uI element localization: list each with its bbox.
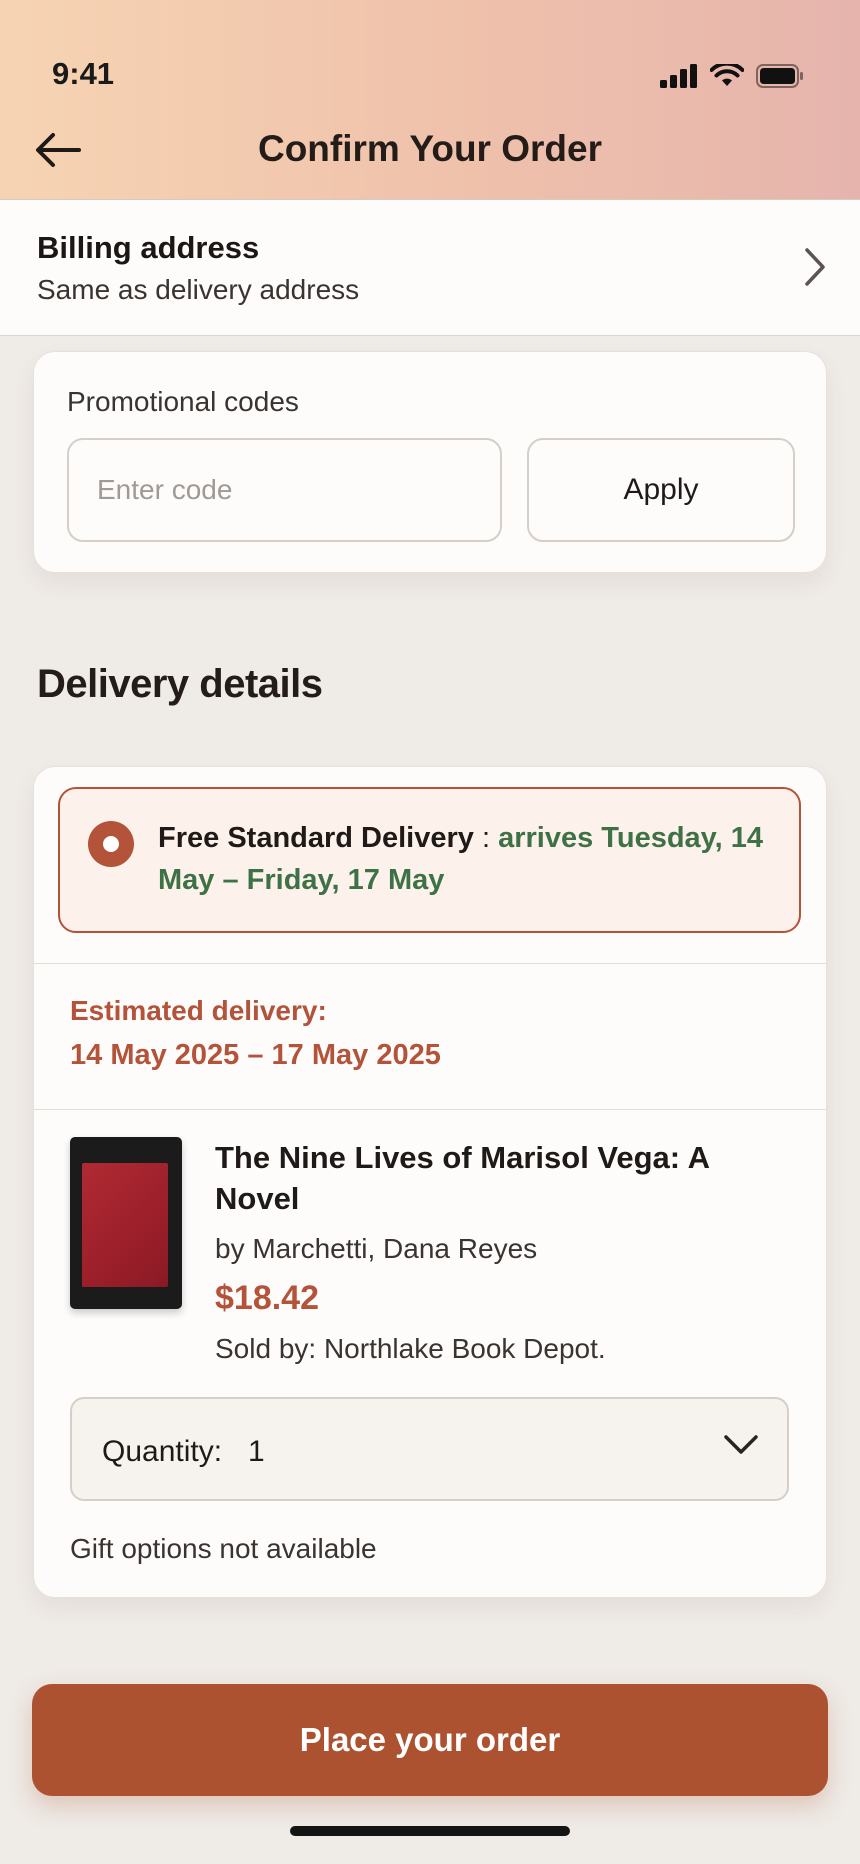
header: 9:41 Confirm Your Order xyxy=(0,0,860,200)
delivery-option-standard[interactable]: Free Standard Delivery : arrives Tuesday… xyxy=(58,787,801,933)
chevron-down-icon xyxy=(724,1435,758,1454)
wifi-icon xyxy=(710,64,744,86)
quantity-label: Quantity: xyxy=(102,1435,223,1468)
delivery-option-separator: : xyxy=(473,822,499,854)
billing-address-row[interactable]: Billing address Same as delivery address xyxy=(0,200,860,336)
quantity-value: 1 xyxy=(248,1435,265,1468)
promo-card: Promotional codes Apply xyxy=(33,351,827,573)
item-title: The Nine Lives of Marisol Vega: A Novel xyxy=(215,1140,709,1216)
delivery-section-title: Delivery details xyxy=(37,662,323,706)
item-seller: Sold by: Northlake Book Depot. xyxy=(215,1333,606,1364)
estimated-delivery-label: Estimated delivery: xyxy=(70,995,327,1026)
divider xyxy=(34,963,826,964)
delivery-card: Free Standard Delivery : arrives Tuesday… xyxy=(33,766,827,1598)
apply-button[interactable]: Apply xyxy=(527,438,795,542)
billing-subtitle: Same as delivery address xyxy=(37,274,360,305)
chevron-right-icon xyxy=(805,248,825,286)
gift-options-note: Gift options not available xyxy=(70,1533,377,1564)
home-indicator xyxy=(290,1826,570,1836)
billing-title: Billing address xyxy=(37,230,260,265)
book-cover-image xyxy=(70,1137,182,1309)
status-icons xyxy=(660,64,804,88)
status-time: 9:41 xyxy=(52,56,115,91)
place-order-button[interactable]: Place your order xyxy=(32,1684,828,1796)
radio-selected-icon xyxy=(88,821,134,867)
item-author: by Marchetti, Dana Reyes xyxy=(215,1233,538,1264)
delivery-option-name: Free Standard Delivery xyxy=(158,822,474,854)
quantity-select[interactable]: Quantity: 1 xyxy=(70,1397,789,1501)
estimated-delivery-range: 14 May 2025 – 17 May 2025 xyxy=(70,1039,441,1071)
delivery-option-text: Free Standard Delivery : arrives Tuesday… xyxy=(158,817,778,901)
divider xyxy=(34,1109,826,1110)
promo-label: Promotional codes xyxy=(67,386,299,417)
signal-icon xyxy=(660,64,697,88)
battery-icon xyxy=(756,64,803,88)
promo-code-input[interactable] xyxy=(67,438,502,542)
page-title: Confirm Your Order xyxy=(257,128,602,169)
item-price: $18.42 xyxy=(215,1279,319,1317)
